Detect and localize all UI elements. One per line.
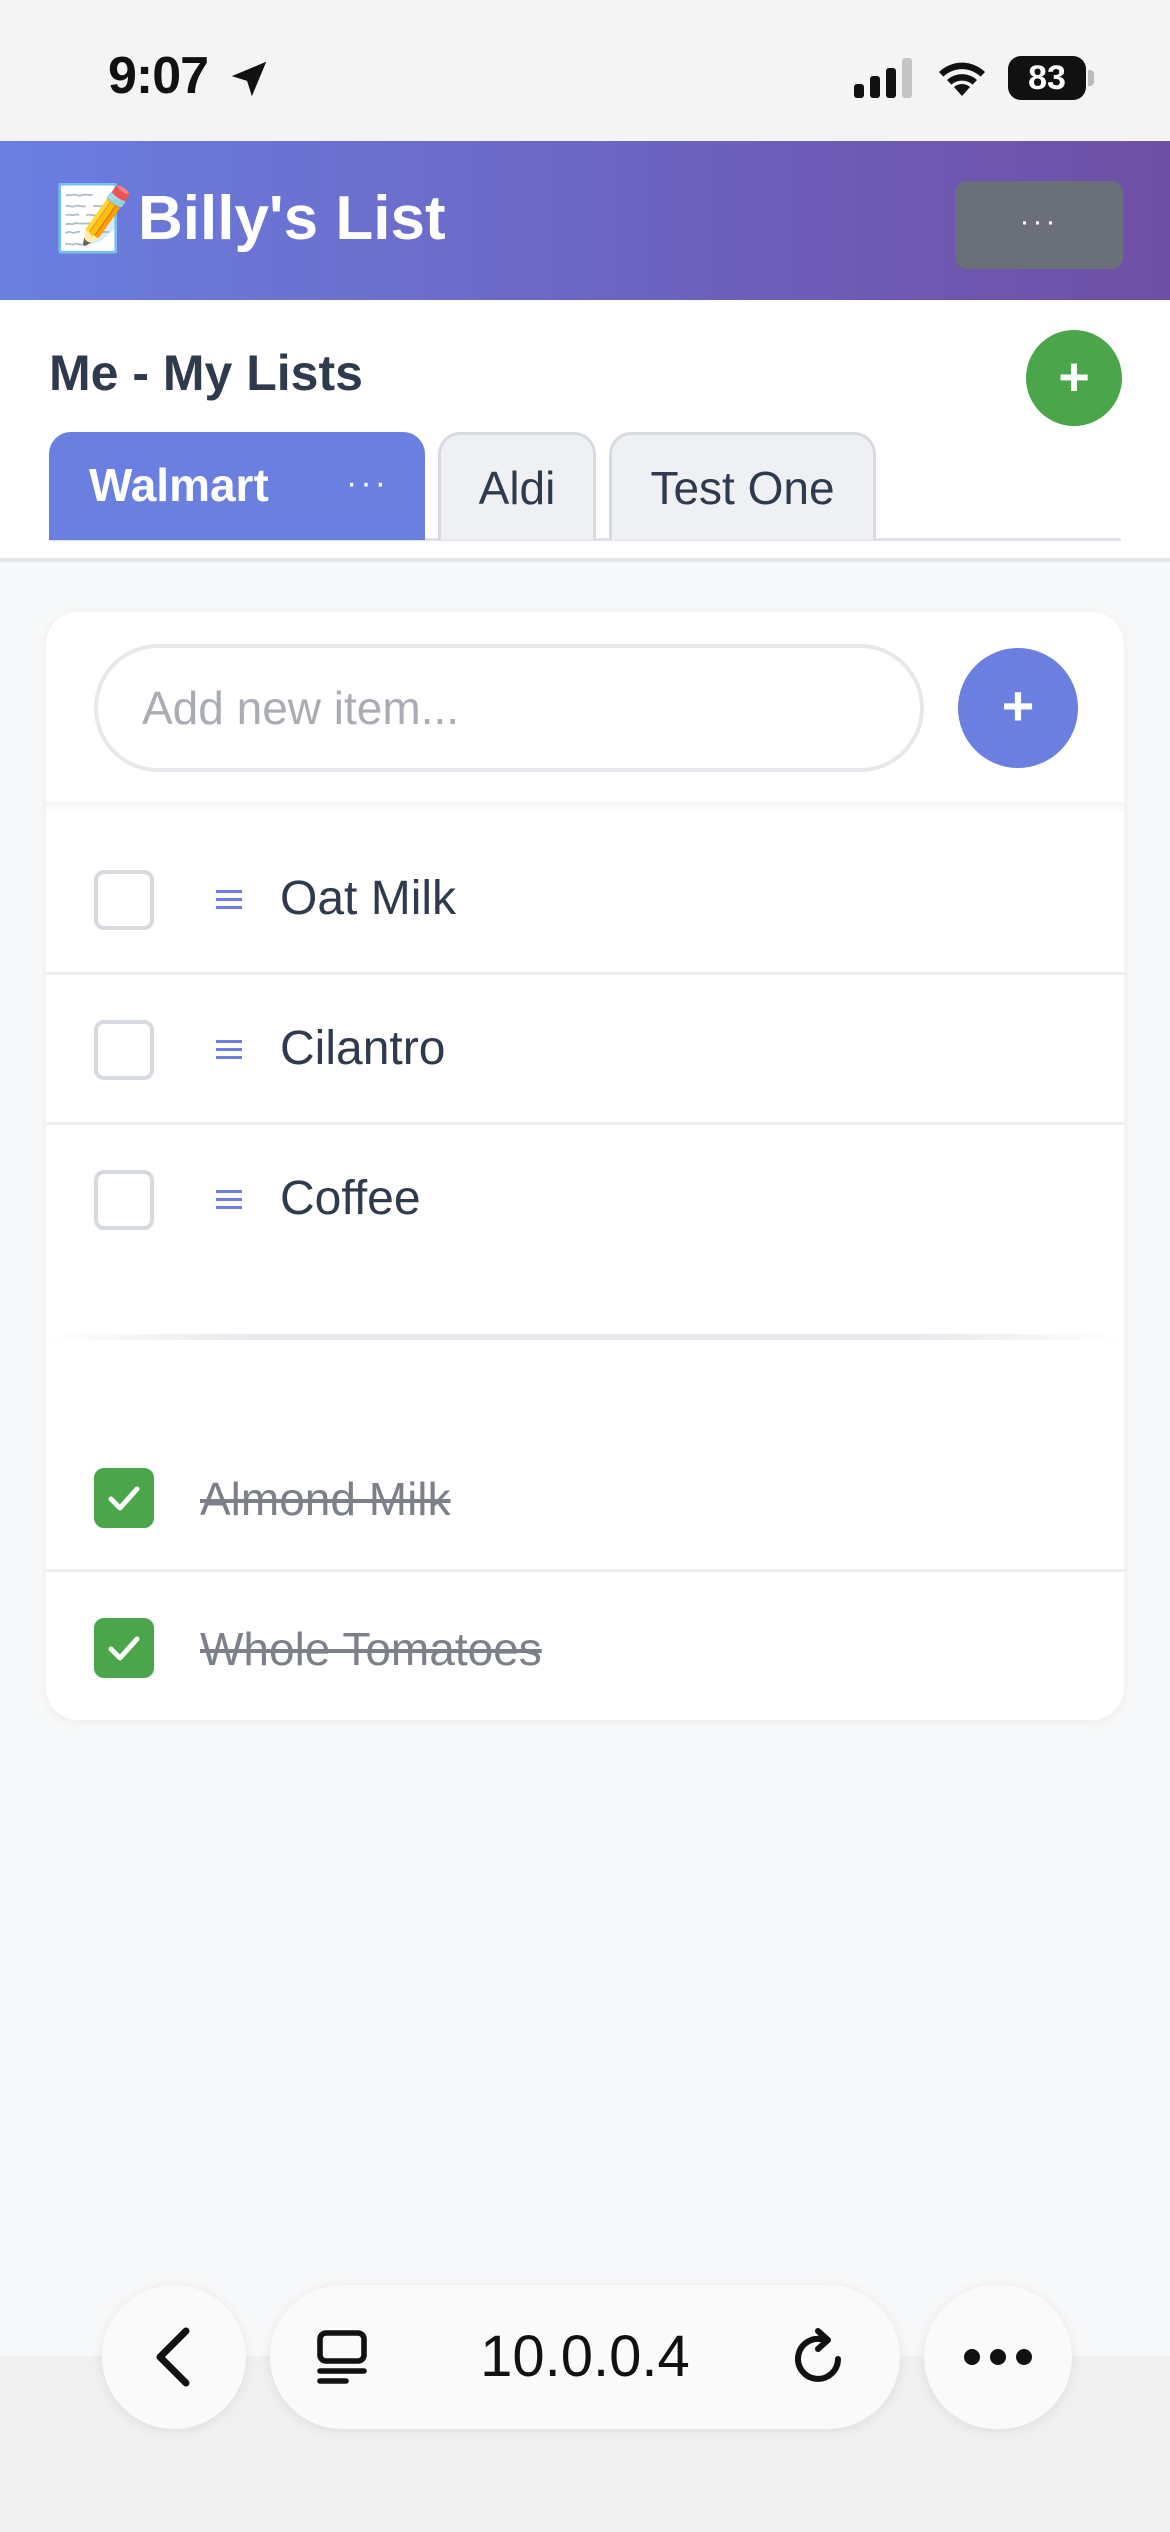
tab-walmart[interactable]: Walmart ··· [49, 432, 425, 540]
address-bar[interactable]: 10.0.0.4 [270, 2285, 900, 2429]
tab-menu-button[interactable]: ··· [346, 430, 389, 536]
item-checkbox[interactable] [94, 870, 154, 930]
list-item: Coffee [46, 1125, 1124, 1275]
battery-tip [1088, 70, 1094, 86]
back-icon [156, 2327, 190, 2387]
app-header: 📝 Billy's List ··· [0, 141, 1170, 300]
completed-item-label: Almond Milk [200, 1473, 451, 1525]
memo-icon: 📝 [54, 182, 134, 254]
input-divider [46, 802, 1124, 814]
item-checkbox-checked[interactable] [94, 1618, 154, 1678]
location-arrow-icon [231, 61, 267, 97]
battery-icon: 83 [1008, 56, 1094, 100]
lists-title: Me - My Lists [49, 345, 363, 401]
completed-item: Whole Tomatoes [46, 1572, 1124, 1722]
reload-icon[interactable] [790, 2325, 850, 2389]
cellular-signal-icon [854, 58, 912, 98]
items-card: + Oat Milk Cilantro Coffee [46, 612, 1124, 1720]
app-title: Billy's List [138, 184, 446, 253]
tab-aldi[interactable]: Aldi [438, 432, 596, 540]
drag-handle-icon[interactable] [214, 887, 244, 913]
checkmark-icon [108, 1636, 140, 1661]
add-item-input[interactable] [94, 644, 924, 772]
item-checkbox[interactable] [94, 1020, 154, 1080]
drag-handle-icon[interactable] [214, 1037, 244, 1063]
drag-handle-icon[interactable] [214, 1187, 244, 1213]
tab-test-one[interactable]: Test One [609, 432, 876, 540]
checkmark-icon [108, 1486, 140, 1511]
header-menu-button[interactable]: ··· [955, 181, 1123, 269]
item-label: Oat Milk [280, 872, 457, 925]
completed-divider [46, 1334, 1124, 1340]
item-checkbox-checked[interactable] [94, 1468, 154, 1528]
add-list-button[interactable]: + [1026, 330, 1122, 426]
completed-item: Almond Milk [46, 1422, 1124, 1572]
item-label: Coffee [280, 1172, 421, 1225]
battery-level: 83 [1008, 56, 1086, 100]
item-label: Cilantro [280, 1022, 446, 1075]
tab-label: Walmart [89, 459, 269, 511]
back-button[interactable] [102, 2285, 246, 2429]
status-bar: 9:07 83 [0, 0, 1170, 141]
list-item: Cilantro [46, 975, 1124, 1125]
item-checkbox[interactable] [94, 1170, 154, 1230]
status-time: 9:07 [108, 47, 209, 105]
lists-section: Me - My Lists + Walmart ··· Aldi Test On… [0, 300, 1170, 562]
wifi-icon [939, 62, 985, 96]
add-item-button[interactable]: + [958, 648, 1078, 768]
more-icon [964, 2349, 1032, 2365]
more-button[interactable] [924, 2285, 1072, 2429]
list-item: Oat Milk [46, 825, 1124, 975]
completed-item-label: Whole Tomatoes [200, 1623, 542, 1675]
